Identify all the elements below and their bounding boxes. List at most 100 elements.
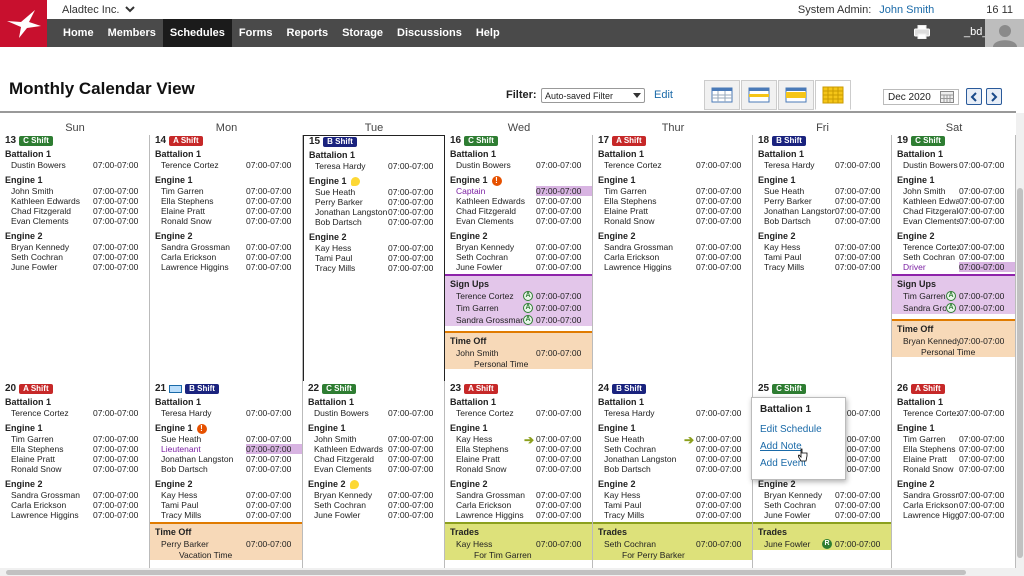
staff-row[interactable]: Ella Stephens 07:00-07:00 — [0, 444, 149, 454]
menu-edit-schedule[interactable]: Edit Schedule — [760, 424, 845, 441]
section-row[interactable]: Sandra GrossmanA07:00-07:00 — [892, 302, 1015, 314]
section-row[interactable]: Tim Garren A 07:00-07:00 — [892, 290, 1015, 302]
staff-row[interactable]: Elaine Pratt 07:00-07:00 — [445, 454, 592, 464]
staff-row[interactable]: Dustin Bowers07:00-07:00 — [0, 160, 149, 170]
unit-title[interactable]: Engine 2 — [308, 479, 444, 490]
unit-title[interactable]: Battalion 1 — [758, 149, 891, 160]
staff-row[interactable]: Teresa Hardy 07:00-07:00 — [753, 160, 891, 170]
next-month-button[interactable] — [986, 88, 1002, 105]
tab-multiweek-view[interactable] — [778, 80, 814, 110]
staff-row[interactable]: Driver 07:00-07:00 — [892, 262, 1015, 272]
unit-title[interactable]: Engine 1! — [450, 175, 592, 186]
unit-title[interactable]: Battalion 1 — [308, 397, 444, 408]
staff-row[interactable]: Carla Erickson 07:00-07:00 — [0, 500, 149, 510]
section-row[interactable]: John Smith 07:00-07:00 — [445, 347, 592, 359]
staff-row[interactable]: Terence Cortez 07:00-07:00 — [593, 160, 752, 170]
staff-row[interactable]: Ella Stephens 07:00-07:00 — [445, 444, 592, 454]
staff-row[interactable]: Sue Heath 07:00-07:00 — [593, 434, 752, 444]
staff-row[interactable]: Seth Cochran 07:00-07:00 — [593, 444, 752, 454]
staff-row[interactable]: Tracy Mills 07:00-07:00 — [593, 510, 752, 520]
unit-title[interactable]: Battalion 1 — [450, 397, 592, 408]
staff-row[interactable]: Lawrence Higgins07:00-07:00 — [593, 262, 752, 272]
staff-row[interactable]: Ronald Snow 07:00-07:00 — [150, 216, 302, 226]
alert-icon[interactable]: ! — [196, 423, 207, 434]
day-cell-21[interactable]: 21 B Shift Battalion 1 Teresa Hardy 07:00-07… — [150, 381, 303, 568]
unit-title[interactable]: Engine 1 — [598, 423, 752, 434]
staff-row[interactable]: Chad Fitzgerald07:00-07:00 — [892, 206, 1015, 216]
staff-row[interactable]: Tracy Mills 07:00-07:00 — [753, 262, 891, 272]
staff-row[interactable]: Seth Cochran 07:00-07:00 — [753, 500, 891, 510]
staff-row[interactable]: Seth Cochran 07:00-07:00 — [445, 252, 592, 262]
shift-badge[interactable]: A Shift — [464, 383, 498, 394]
staff-row[interactable]: Tami Paul 07:00-07:00 — [593, 500, 752, 510]
staff-row[interactable]: Kathleen Edwards 07:00-07:00 — [445, 196, 592, 206]
unit-title[interactable]: Battalion 1 — [155, 149, 302, 160]
section-row[interactable]: Bryan Kennedy 07:00-07:00 — [892, 335, 1015, 347]
user-link[interactable]: John Smith — [879, 4, 934, 16]
staff-row[interactable]: Teresa Hardy 07:00-07:00 — [593, 408, 752, 418]
staff-row[interactable]: Carla Erickson 07:00-07:00 — [150, 252, 302, 262]
staff-row[interactable]: Seth Cochran 07:00-07:00 — [0, 252, 149, 262]
prev-month-button[interactable] — [966, 88, 982, 105]
staff-row[interactable]: Teresa Hardy 07:00-07:00 — [150, 408, 302, 418]
staff-row[interactable]: Bryan Kennedy 07:00-07:00 — [753, 490, 891, 500]
staff-row[interactable]: Evan Clements 07:00-07:00 — [303, 464, 444, 474]
staff-row[interactable]: Tami Paul 07:00-07:00 — [753, 252, 891, 262]
staff-row[interactable]: Tracy Mills 07:00-07:00 — [304, 263, 444, 273]
shift-badge[interactable]: B Shift — [323, 136, 357, 147]
section-row[interactable]: Sandra GrossmanA07:00-07:00 — [445, 314, 592, 326]
staff-row[interactable]: Tami Paul 07:00-07:00 — [150, 500, 302, 510]
unit-title[interactable]: Engine 1 — [758, 175, 891, 186]
staff-row[interactable]: Kay Hess 07:00-07:00 — [753, 242, 891, 252]
staff-row[interactable]: John Smith 07:00-07:00 — [892, 186, 1015, 196]
staff-row[interactable]: Dustin Bowers07:00-07:00 — [303, 408, 444, 418]
section-row[interactable]: Kay Hess 07:00-07:00 — [445, 538, 592, 550]
staff-row[interactable]: Dustin Bowers07:00-07:00 — [892, 160, 1015, 170]
aladtec-logo[interactable] — [0, 0, 47, 47]
staff-row[interactable]: Jonathan Langston 07:00-07:00 — [753, 206, 891, 216]
unit-title[interactable]: Engine 1 — [308, 423, 444, 434]
staff-row[interactable]: Tim Garren 07:00-07:00 — [892, 434, 1015, 444]
staff-row[interactable]: Ella Stephens 07:00-07:00 — [892, 444, 1015, 454]
staff-row[interactable]: Sue Heath 07:00-07:00 — [150, 434, 302, 444]
staff-row[interactable]: Tracy Mills 07:00-07:00 — [150, 510, 302, 520]
staff-row[interactable]: Bryan Kennedy 07:00-07:00 — [445, 242, 592, 252]
unit-title[interactable]: Engine 2 — [155, 231, 302, 242]
unit-title[interactable]: Engine 2 — [450, 479, 592, 490]
staff-row[interactable]: June Fowler 07:00-07:00 — [445, 262, 592, 272]
staff-row[interactable]: Sandra Grossman 07:00-07:00 — [0, 490, 149, 500]
shift-badge[interactable]: C Shift — [322, 383, 356, 394]
nav-schedules[interactable]: Schedules — [162, 19, 232, 47]
day-cell-22[interactable]: 22 C Shift Battalion 1 Dustin Bowers 07:00-0… — [303, 381, 445, 568]
staff-row[interactable]: Captain 07:00-07:00 — [445, 186, 592, 196]
unit-title[interactable]: Battalion 1 — [897, 149, 1015, 160]
day-cell-15[interactable]: 15 B Shift Battalion 1 Teresa Hardy 07:00-07… — [303, 135, 445, 382]
day-cell-24[interactable]: 24 B Shift Battalion 1 Teresa Hardy 07:00-07… — [593, 381, 753, 568]
section-row[interactable]: Terence Cortez A 07:00-07:00 — [445, 290, 592, 302]
unit-title[interactable]: Battalion 1 — [5, 149, 149, 160]
staff-row[interactable]: Terence Cortez 07:00-07:00 — [445, 408, 592, 418]
staff-row[interactable]: Jonathan Langston 07:00-07:00 — [150, 454, 302, 464]
shift-badge[interactable]: B Shift — [772, 135, 806, 146]
shift-badge[interactable]: B Shift — [185, 383, 219, 394]
unit-title[interactable]: Battalion 1 — [155, 397, 302, 408]
month-picker[interactable]: Dec 2020 — [883, 89, 959, 105]
staff-row[interactable]: Bob Dartsch 07:00-07:00 — [150, 464, 302, 474]
staff-row[interactable]: Elaine Pratt 07:00-07:00 — [593, 206, 752, 216]
shift-badge[interactable]: B Shift — [612, 383, 646, 394]
staff-row[interactable]: June Fowler 07:00-07:00 — [753, 510, 891, 520]
unit-title[interactable]: Engine 1 — [450, 423, 592, 434]
tab-month-view[interactable] — [815, 80, 851, 110]
note-icon[interactable] — [349, 480, 359, 489]
staff-row[interactable]: Bryan Kennedy 07:00-07:00 — [303, 490, 444, 500]
unit-title[interactable]: Battalion 1 — [598, 149, 752, 160]
staff-row[interactable]: Lawrence Higgins07:00-07:00 — [892, 510, 1015, 520]
filter-select[interactable]: Auto-saved Filter — [541, 88, 645, 103]
staff-row[interactable]: June Fowler 07:00-07:00 — [0, 262, 149, 272]
section-row[interactable]: Seth Cochran 07:00-07:00 — [593, 538, 752, 550]
nav-members[interactable]: Members — [101, 19, 163, 47]
unit-title[interactable]: Engine 2 — [598, 479, 752, 490]
staff-row[interactable]: Tim Garren 07:00-07:00 — [593, 186, 752, 196]
staff-row[interactable]: Tami Paul 07:00-07:00 — [304, 253, 444, 263]
staff-row[interactable]: Kay Hess 07:00-07:00 — [150, 490, 302, 500]
